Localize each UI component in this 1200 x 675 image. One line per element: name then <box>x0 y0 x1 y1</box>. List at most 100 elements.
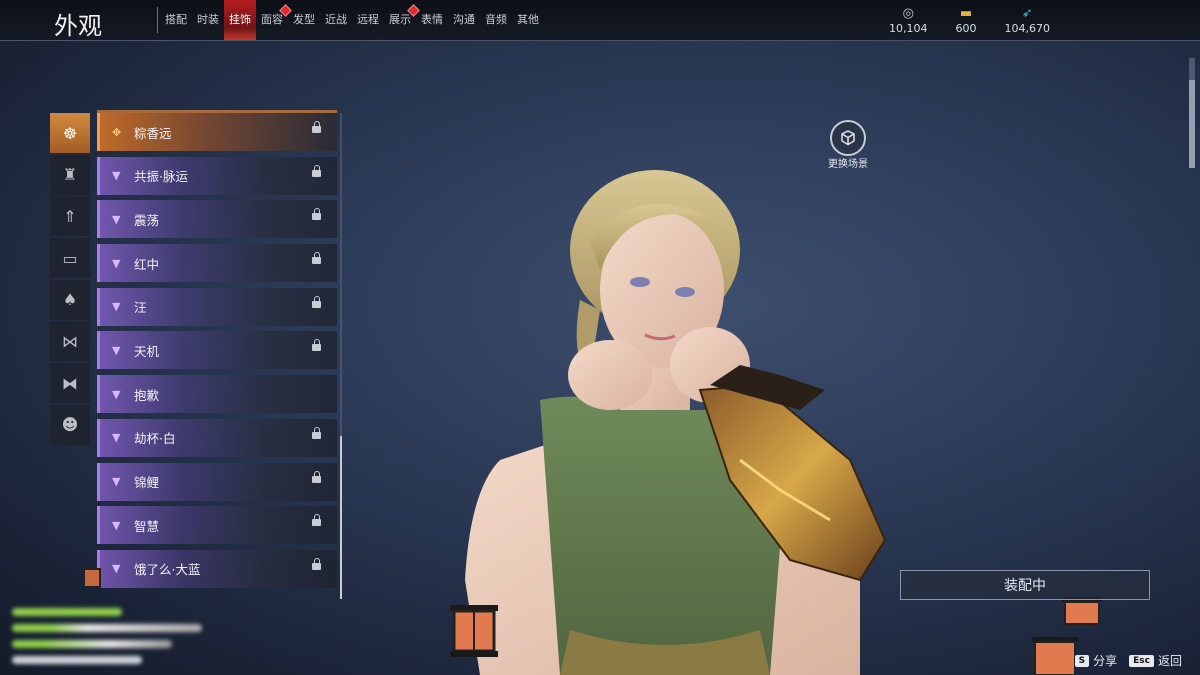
tab-11[interactable]: 其他 <box>512 0 544 40</box>
tab-3[interactable]: 面容 <box>256 0 292 40</box>
rarity-purple-icon: ▼ <box>112 518 121 532</box>
character-model[interactable] <box>440 160 900 675</box>
feather-icon: ➶ <box>1021 6 1033 21</box>
lock-icon <box>312 426 321 439</box>
lantern-decoration <box>83 568 101 588</box>
lock-icon <box>312 208 321 221</box>
category-sidebar: ☸ ♜ ⇑ ▭ ♠ ⋈ ⧓ ☻ <box>50 113 90 447</box>
list-item-label: 震荡 <box>134 212 160 228</box>
list-item[interactable]: ▼ 劫杯·白 <box>97 418 337 457</box>
list-item[interactable]: ▼ 抱歉 <box>97 375 337 414</box>
rarity-purple-icon: ▼ <box>112 475 121 488</box>
list-item-label: 共振·脉运 <box>134 169 188 185</box>
list-item-label: 天机 <box>134 343 160 359</box>
rarity-purple-icon: ▼ <box>112 300 121 314</box>
knot-icon: ⧓ <box>62 373 78 393</box>
tab-6[interactable]: 远程 <box>352 0 384 40</box>
category-mask[interactable]: ☸ <box>50 113 90 153</box>
currency-value: 600 <box>955 22 977 35</box>
lantern-decoration <box>450 605 498 657</box>
rarity-purple-icon: ▼ <box>112 562 121 576</box>
waist-icon: ▭ <box>62 248 78 268</box>
blurred-chat-line <box>12 624 202 632</box>
list-item-label: 抱歉 <box>134 387 160 403</box>
key-cap: Esc <box>1129 654 1154 667</box>
currency-2[interactable]: ➶ 104,670 <box>1005 6 1051 35</box>
lock-icon <box>312 339 321 352</box>
tab-7[interactable]: 展示 <box>384 0 420 40</box>
rarity-orange-icon: ✥ <box>112 125 122 139</box>
tab-1[interactable]: 时装 <box>192 0 224 40</box>
key-cap: S <box>1074 654 1090 667</box>
list-scrollbar-thumb[interactable] <box>340 436 342 599</box>
cube-icon <box>841 130 855 146</box>
category-cape[interactable]: ♠ <box>50 279 90 320</box>
arrow-ornament-icon: ⇑ <box>63 206 77 226</box>
blurred-chat-line <box>12 640 172 648</box>
rarity-purple-icon: ▼ <box>112 431 121 445</box>
lantern-decoration <box>1062 597 1102 625</box>
currency-0[interactable]: ◎ 10,104 <box>889 6 928 35</box>
rarity-purple-icon: ▼ <box>112 387 121 401</box>
category-waist[interactable]: ▭ <box>50 238 90 279</box>
hint-label: 返回 <box>1157 654 1182 668</box>
rarity-purple-icon: ▼ <box>112 343 121 357</box>
blurred-chat-line <box>12 656 142 664</box>
tab-10[interactable]: 音频 <box>480 0 512 40</box>
currency-bar: ◎ 10,104 ▬ 600 ➶ 104,670 <box>889 6 1050 35</box>
tab-0[interactable]: 搭配 <box>160 0 192 40</box>
list-item[interactable]: ▼ 汪 <box>97 287 337 326</box>
mask-icon: ☸ <box>62 123 78 143</box>
key-hints: S 分享 Esc 返回 <box>1074 652 1182 669</box>
gold-bar-icon: ▬ <box>959 6 973 21</box>
list-item[interactable]: ▼ 智慧 <box>97 506 337 545</box>
list-item[interactable]: ▼ 天机 <box>97 331 337 370</box>
tab-9[interactable]: 沟通 <box>448 0 480 40</box>
tab-8[interactable]: 表情 <box>416 0 448 40</box>
lock-icon <box>312 557 321 570</box>
accessory-list: ✥ 粽香远 ▼ 共振·脉运 ▼ 震荡 ▼ 红中 ▼ 汪 ▼ 天机 ▼ 抱歉 ▼ 劫杯·白 ▼ 锦鲤 ▼ 智慧 ▼ 饿了么·… <box>97 113 337 599</box>
category-knot[interactable]: ⧓ <box>50 363 90 404</box>
lock-icon <box>312 470 321 483</box>
zoom-scrollbar-thumb[interactable] <box>1189 80 1195 168</box>
equip-button[interactable]: 装配中 <box>900 570 1150 600</box>
cape-icon: ♠ <box>62 290 78 310</box>
change-scene-button[interactable] <box>830 120 866 156</box>
list-item[interactable]: ▼ 饿了么·大蓝 <box>97 549 337 588</box>
tab-2[interactable]: 挂饰 <box>224 0 256 40</box>
category-arrow-ornament[interactable]: ⇑ <box>50 196 90 237</box>
category-demon-mask[interactable]: ☻ <box>50 404 90 445</box>
list-item[interactable]: ▼ 震荡 <box>97 200 337 239</box>
demon-mask-icon: ☻ <box>61 415 79 435</box>
hint-0[interactable]: S 分享 <box>1074 652 1117 669</box>
bow-icon: ⋈ <box>62 331 78 351</box>
hint-1[interactable]: Esc 返回 <box>1129 652 1182 669</box>
category-bow[interactable]: ⋈ <box>50 321 90 362</box>
blurred-chat-line <box>12 608 122 616</box>
list-item-label: 劫杯·白 <box>134 431 176 447</box>
currency-1[interactable]: ▬ 600 <box>956 6 977 35</box>
title-divider <box>157 7 158 33</box>
currency-value: 10,104 <box>889 22 928 35</box>
currency-value: 104,670 <box>1004 22 1051 35</box>
list-item[interactable]: ▼ 红中 <box>97 244 337 283</box>
list-item-label: 饿了么·大蓝 <box>134 562 201 578</box>
lock-icon <box>312 252 321 265</box>
tab-4[interactable]: 发型 <box>288 0 320 40</box>
rarity-purple-icon: ▼ <box>112 256 121 270</box>
list-item[interactable]: ▼ 共振·脉运 <box>97 156 337 195</box>
list-item[interactable]: ▼ 锦鲤 <box>97 462 337 501</box>
lock-icon <box>312 164 321 177</box>
lock-icon <box>312 121 321 133</box>
list-item-label: 红中 <box>134 256 160 272</box>
helmet-icon: ♜ <box>62 165 78 185</box>
list-item-label: 粽香远 <box>134 125 172 141</box>
rarity-purple-icon: ▼ <box>112 212 121 226</box>
lantern-decoration <box>1032 637 1078 675</box>
list-item[interactable]: ✥ 粽香远 <box>97 113 337 151</box>
tab-5[interactable]: 近战 <box>320 0 352 40</box>
category-helmet[interactable]: ♜ <box>50 154 90 195</box>
tab-bar: 搭配 时装 挂饰 面容 发型 近战 远程 展示 表情 沟通 音频 其他 <box>160 0 544 40</box>
list-item-label: 汪 <box>134 300 147 316</box>
lock-icon <box>312 514 321 527</box>
